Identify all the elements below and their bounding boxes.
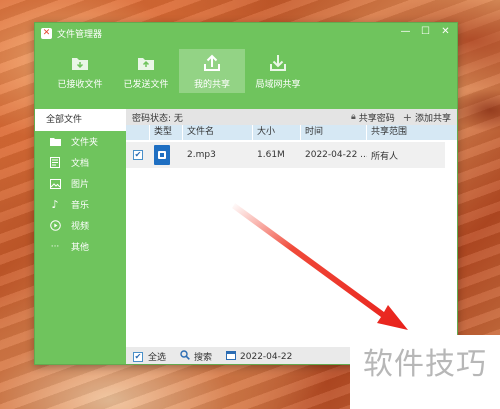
folder-icon [49, 136, 61, 148]
sidebar-item-label: 其他 [71, 243, 90, 253]
sidebar-item-all-files[interactable]: 全部文件 [35, 109, 126, 131]
app-logo-icon: ✕ [41, 27, 52, 39]
tool-my-share[interactable]: 我的共享 [179, 49, 245, 93]
main-panel: 密码状态: 无 🔒︎ 共享密码 + 添加共享 类型 文件名 大小 时间 共享范围… [126, 109, 457, 364]
download-icon [267, 52, 289, 74]
sidebar-item-documents[interactable]: 文档 [35, 152, 126, 173]
tool-label: 局域网共享 [255, 80, 301, 90]
more-icon: ··· [50, 241, 60, 252]
tool-label: 我的共享 [193, 80, 230, 90]
minimize-icon[interactable]: — [400, 26, 411, 37]
file-size: 1.61M [257, 150, 285, 160]
date-filter[interactable]: 2022-04-22 [226, 350, 292, 363]
plus-icon: + [402, 110, 412, 124]
table-header: 类型 文件名 大小 时间 共享范围 [126, 125, 457, 140]
window-title: 文件管理器 [57, 29, 103, 40]
file-name: 2.mp3 [187, 150, 216, 160]
col-type[interactable]: 类型 [150, 125, 183, 140]
calendar-icon [226, 350, 237, 363]
search-label: 搜索 [194, 353, 213, 363]
tool-label: 已接收文件 [57, 80, 103, 90]
sidebar-item-other[interactable]: ··· 其他 [35, 236, 126, 257]
col-size[interactable]: 大小 [253, 125, 301, 140]
share-password-button[interactable]: 🔒︎ 共享密码 [351, 111, 395, 124]
music-icon: ♪ [51, 198, 59, 211]
sidebar-item-folder[interactable]: 文件夹 [35, 131, 126, 152]
select-all-checkbox[interactable]: ✔ 全选 [133, 350, 166, 363]
watermark: 软件技巧 [350, 335, 500, 409]
sidebar-item-label: 视频 [71, 222, 90, 232]
image-icon [49, 178, 61, 190]
sidebar-item-video[interactable]: 视频 [35, 215, 126, 236]
share-password-label: 共享密码 [358, 113, 395, 124]
sidebar-item-music[interactable]: ♪ 音乐 [35, 194, 126, 215]
col-time[interactable]: 时间 [301, 125, 367, 140]
table-row[interactable]: ✔ 2.mp3 1.61M 2022-04-22 ... 所有人 [126, 142, 445, 168]
sidebar-item-label: 图片 [71, 180, 90, 190]
window-controls: — ☐ ✕ [400, 26, 451, 37]
sidebar-item-images[interactable]: 图片 [35, 173, 126, 194]
col-filename[interactable]: 文件名 [183, 125, 253, 140]
close-icon[interactable]: ✕ [440, 26, 451, 37]
row-checkbox[interactable]: ✔ [133, 150, 143, 160]
add-share-button[interactable]: + 添加共享 [403, 111, 451, 124]
select-all-check[interactable]: ✔ [133, 351, 143, 362]
file-time: 2022-04-22 ... [305, 150, 367, 160]
mp3-file-icon [154, 145, 170, 165]
outbox-icon [135, 52, 157, 74]
date-value: 2022-04-22 [240, 351, 293, 362]
inbox-icon [69, 52, 91, 74]
sidebar-item-label: 文件夹 [71, 138, 99, 148]
share-status-bar: 密码状态: 无 🔒︎ 共享密码 + 添加共享 [126, 109, 457, 125]
search-icon [180, 350, 190, 363]
upload-icon [201, 52, 223, 74]
document-icon [49, 157, 61, 169]
sidebar-item-label: 音乐 [71, 201, 90, 211]
tool-lan-share[interactable]: 局域网共享 [245, 49, 311, 91]
sidebar: 全部文件 文件夹 文档 图片 ♪ 音乐 视频 ··· 其他 [35, 109, 126, 364]
video-icon [49, 220, 61, 232]
lock-icon: 🔒︎ [350, 112, 356, 122]
search-button[interactable]: 搜索 [180, 350, 212, 363]
tool-label: 已发送文件 [123, 80, 169, 90]
maximize-icon[interactable]: ☐ [420, 26, 431, 37]
file-manager-window: ✕ 文件管理器 — ☐ ✕ 已接收文件 已发送文件 我的共享 局域网共享 全部文… [34, 22, 458, 365]
title-bar: ✕ 文件管理器 — ☐ ✕ [35, 23, 457, 43]
tool-received-files[interactable]: 已接收文件 [47, 49, 113, 91]
header-checkbox-col [126, 125, 150, 140]
col-share-scope[interactable]: 共享范围 [367, 125, 445, 140]
toolbar: 已接收文件 已发送文件 我的共享 局域网共享 [35, 43, 457, 109]
password-status: 密码状态: 无 [132, 113, 183, 124]
sidebar-item-label: 文档 [71, 159, 90, 169]
select-all-label: 全选 [148, 353, 167, 363]
tool-sent-files[interactable]: 已发送文件 [113, 49, 179, 91]
file-share-scope: 所有人 [371, 151, 399, 162]
add-share-label: 添加共享 [414, 113, 451, 124]
